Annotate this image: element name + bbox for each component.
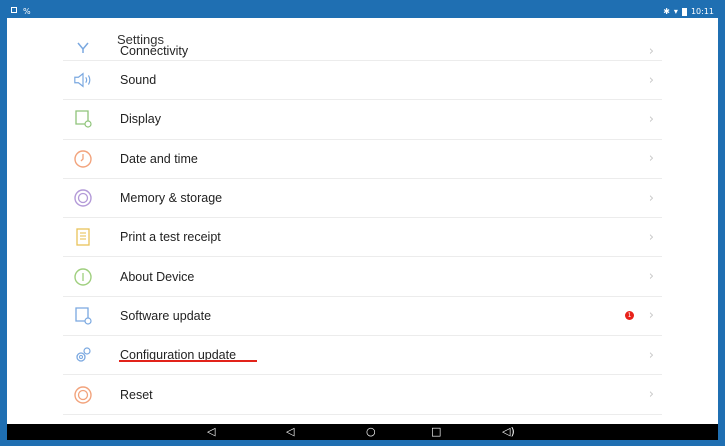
status-time: 10:11 (690, 7, 714, 16)
wifi-icon: ▾ (673, 7, 678, 16)
notification-icon: % (23, 7, 31, 16)
receipt-icon (73, 227, 93, 247)
chevron-right-icon: › (648, 190, 654, 206)
chevron-right-icon: › (648, 387, 654, 403)
status-bar: % ✱ ▾ 10:11 (7, 6, 718, 18)
status-right-icons: ✱ ▾ 10:11 (663, 7, 714, 16)
battery-icon (681, 7, 687, 16)
chevron-right-icon: › (648, 111, 654, 127)
chevron-right-icon: › (648, 347, 654, 363)
bluetooth-icon: ✱ (663, 7, 670, 16)
settings-item-label: Display (120, 112, 161, 127)
device-frame: % ✱ ▾ 10:11 Settings Connectivity › Soun… (0, 0, 725, 446)
settings-item-date-and-time[interactable]: Date and time › (63, 140, 662, 179)
navigation-bar: ◁ ◁ ○ □ ◁) (7, 424, 718, 440)
settings-item-label: About Device (120, 269, 195, 284)
settings-item-label: Print a test receipt (120, 230, 221, 245)
settings-item-software-update[interactable]: Software update 1 › (63, 297, 662, 337)
settings-item-label: Sound (120, 73, 157, 88)
chevron-right-icon: › (648, 44, 654, 59)
settings-item-label: Software update (120, 308, 212, 323)
power-icon (73, 385, 93, 405)
settings-item-reset[interactable]: Reset › (63, 375, 662, 415)
volume-up-icon[interactable]: ◁) (502, 425, 515, 439)
chevron-right-icon: › (648, 72, 654, 88)
settings-item-display[interactable]: Display › (63, 100, 662, 140)
display-icon (73, 109, 93, 129)
settings-item-memory-storage[interactable]: Memory & storage › (63, 179, 662, 219)
recents-icon[interactable]: □ (431, 425, 441, 439)
settings-item-label: Date and time (120, 151, 198, 166)
back-icon[interactable]: ◁ (286, 425, 294, 439)
software-update-icon (73, 306, 93, 326)
settings-item-print-test-receipt[interactable]: Print a test receipt › (63, 218, 662, 258)
settings-item-label: Reset (120, 387, 153, 402)
info-icon (73, 267, 93, 287)
chevron-right-icon: › (648, 229, 654, 245)
settings-list: Connectivity › Sound › Display › Date an… (63, 42, 662, 415)
speaker-icon (73, 70, 93, 90)
gear-icon (73, 345, 93, 365)
image-icon (11, 7, 17, 13)
clock-icon (73, 149, 93, 169)
notification-badge: 1 (625, 311, 634, 321)
settings-item-connectivity[interactable]: Connectivity › (63, 42, 662, 61)
settings-item-configuration-update[interactable]: Configuration update › (63, 336, 662, 376)
settings-item-label: Memory & storage (120, 191, 223, 206)
volume-down-icon[interactable]: ◁ (207, 425, 215, 439)
chevron-right-icon: › (648, 151, 654, 167)
settings-item-sound[interactable]: Sound › (63, 61, 662, 101)
home-icon[interactable]: ○ (366, 425, 376, 439)
status-left-icons: % (11, 7, 31, 16)
settings-item-label: Connectivity (120, 44, 189, 58)
settings-item-about-device[interactable]: About Device › (63, 257, 662, 297)
chevron-right-icon: › (648, 269, 654, 285)
connectivity-icon (73, 40, 93, 54)
active-underline (119, 360, 257, 363)
storage-icon (73, 188, 93, 208)
chevron-right-icon: › (648, 308, 654, 324)
